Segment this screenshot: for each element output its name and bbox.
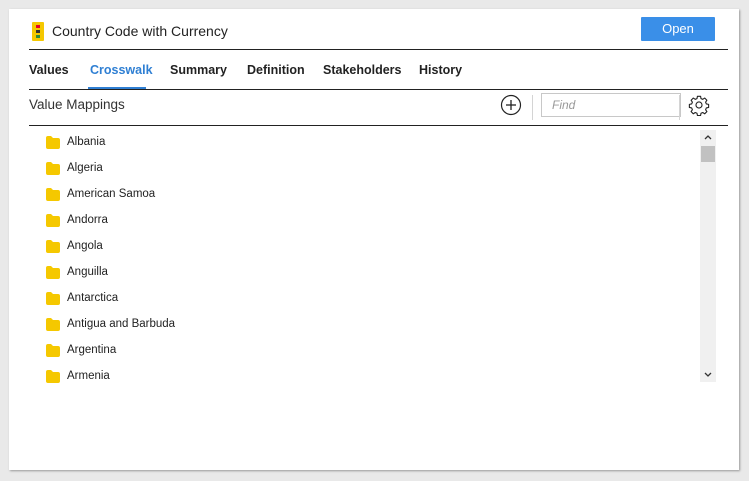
list-item-label: Angola [67, 240, 103, 252]
list-item-label: Antigua and Barbuda [67, 318, 176, 330]
scrollbar-thumb[interactable] [701, 146, 715, 162]
list-item[interactable]: Albania [45, 132, 105, 152]
list-scrollbar[interactable] [700, 130, 716, 382]
list-item-label: Albania [67, 136, 106, 148]
list-item[interactable]: Anguilla [45, 262, 108, 282]
folder-icon [46, 187, 60, 201]
folder-icon [46, 343, 60, 357]
folder-icon [46, 317, 60, 331]
list-item-label: Anguilla [67, 266, 108, 278]
tab-crosswalk[interactable]: Crosswalk [90, 63, 153, 77]
toolbar-separator [532, 95, 533, 120]
list-item-label: Andorra [67, 214, 108, 226]
stacked-blocks-icon [32, 22, 44, 41]
list-item[interactable]: Antarctica [45, 288, 118, 308]
list-item[interactable]: Andorra [45, 210, 108, 230]
folder-icon [46, 239, 60, 253]
tab-stakeholders[interactable]: Stakeholders [323, 63, 402, 77]
folder-icon [46, 213, 60, 227]
tab-definition[interactable]: Definition [247, 63, 305, 77]
toolbar-separator [679, 95, 680, 120]
page-title: Country Code with Currency [52, 23, 228, 39]
list-item[interactable]: Antigua and Barbuda [45, 314, 175, 334]
value-mappings-list: Albania Algeria American Samoa Andorra A… [29, 126, 717, 383]
list-item[interactable]: Argentina [45, 340, 116, 360]
folder-icon [46, 265, 60, 279]
header: Country Code with Currency Open [9, 9, 739, 49]
find-input[interactable] [541, 93, 681, 117]
list-item[interactable]: Armenia [45, 366, 110, 383]
list-item[interactable]: Algeria [45, 158, 103, 178]
list-item-label: Algeria [67, 162, 103, 174]
list-item-label: Antarctica [67, 292, 119, 304]
folder-icon [46, 291, 60, 305]
list-item[interactable]: Angola [45, 236, 103, 256]
folder-icon [46, 161, 60, 175]
list-item-label: Argentina [67, 344, 117, 356]
folder-icon [46, 369, 60, 383]
tabs-divider [29, 89, 728, 90]
plus-circle-icon[interactable] [500, 94, 522, 116]
header-divider [29, 49, 728, 50]
tab-values[interactable]: Values [29, 63, 69, 77]
list-item[interactable]: American Samoa [45, 184, 155, 204]
open-button[interactable]: Open [641, 17, 715, 41]
folder-icon [46, 135, 60, 149]
list-item-label: American Samoa [67, 188, 156, 200]
chevron-down-icon[interactable] [700, 368, 716, 382]
value-set-panel: Country Code with Currency Open Values C… [9, 9, 739, 470]
section-title: Value Mappings [29, 97, 125, 112]
chevron-up-icon[interactable] [700, 130, 716, 144]
tab-history[interactable]: History [419, 63, 462, 77]
tab-summary[interactable]: Summary [170, 63, 227, 77]
gear-icon[interactable] [688, 94, 710, 116]
list-item-label: Armenia [67, 370, 110, 382]
